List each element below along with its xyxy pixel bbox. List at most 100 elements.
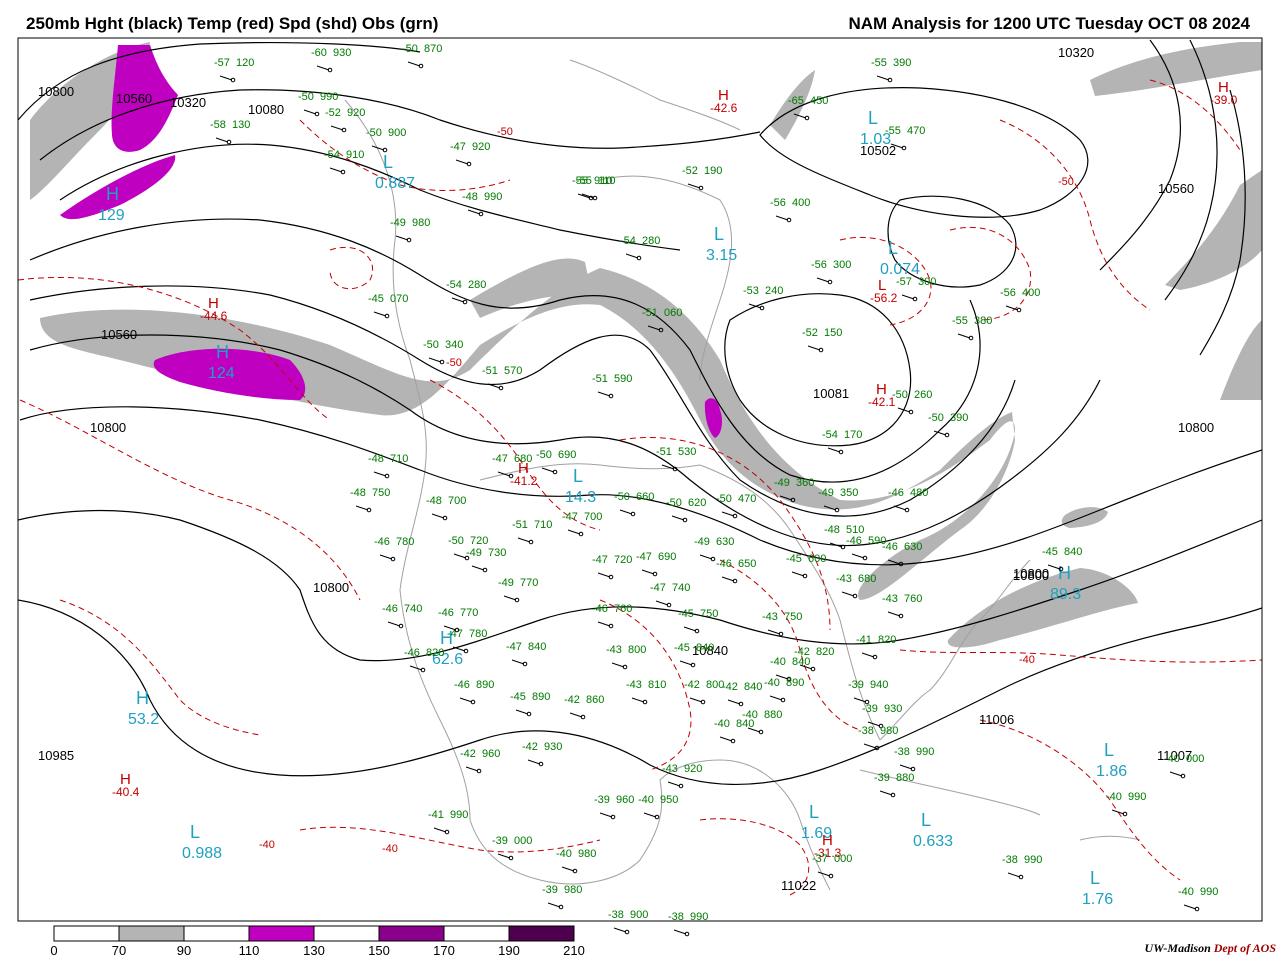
- station-height: 990: [484, 191, 502, 203]
- station-height: 870: [424, 43, 442, 55]
- station-height: 470: [738, 493, 756, 505]
- station-height: 700: [448, 495, 466, 507]
- station-temp: -51: [642, 307, 658, 319]
- center-letter: L: [888, 238, 898, 258]
- station-temp: -42: [522, 741, 538, 753]
- station-height: 710: [390, 453, 408, 465]
- station-height: 720: [470, 535, 488, 547]
- center-value: 0.633: [913, 833, 953, 850]
- temp-center-value: -39.0: [1210, 93, 1238, 107]
- weather-map: 10800 10560 10320 10080 10560 10800 10800 10320…: [17, 37, 1263, 958]
- center-letter: L: [868, 108, 878, 128]
- legend-tick: 150: [368, 943, 390, 958]
- station-height: 190: [704, 165, 722, 177]
- station-temp: -46: [592, 603, 608, 615]
- temp-center-value: -40.4: [112, 785, 140, 799]
- station-height: 400: [792, 197, 810, 209]
- height-label: 10800: [90, 420, 126, 435]
- station-temp: -37: [812, 853, 828, 865]
- station-height: 470: [907, 125, 925, 137]
- center-letter: H: [216, 342, 229, 362]
- station-temp: -57: [214, 57, 230, 69]
- station-temp: -51: [656, 446, 672, 458]
- station-height: 000: [514, 835, 532, 847]
- station-temp: -49: [774, 477, 790, 489]
- station-height: 000: [1186, 753, 1204, 765]
- station-temp: -50: [423, 339, 439, 351]
- temp-contour-label: -50: [1058, 176, 1074, 188]
- station-height: 690: [558, 449, 576, 461]
- station-temp: -55: [885, 125, 901, 137]
- station-temp: -46: [888, 487, 904, 499]
- station-temp: -50: [298, 91, 314, 103]
- station-temp: -43: [626, 679, 642, 691]
- center-value: 124: [208, 365, 235, 382]
- station-height: 000: [834, 853, 852, 865]
- legend-swatch: [508, 925, 575, 942]
- station-temp: -60: [311, 47, 327, 59]
- station-temp: -42: [722, 681, 738, 693]
- station-temp: -48: [824, 524, 840, 536]
- center-value: 0.887: [375, 175, 415, 192]
- station-height: 930: [884, 703, 902, 715]
- station-temp: -56: [1000, 287, 1016, 299]
- station-height: 780: [469, 628, 487, 640]
- station-height: 940: [870, 679, 888, 691]
- station-temp: -42: [460, 748, 476, 760]
- station-temp: -56: [811, 259, 827, 271]
- station-height: 340: [445, 339, 463, 351]
- station-height: 590: [614, 373, 632, 385]
- station-height: 750: [372, 487, 390, 499]
- station-height: 740: [672, 582, 690, 594]
- station-height: 570: [504, 365, 522, 377]
- height-label: 10800: [1178, 420, 1214, 435]
- station-height: 650: [738, 558, 756, 570]
- legend-swatch: [53, 925, 120, 942]
- station-height: 680: [514, 453, 532, 465]
- legend-tick: 210: [563, 943, 585, 958]
- station-temp: -50: [928, 412, 944, 424]
- station-height: 820: [878, 634, 896, 646]
- station-height: 990: [690, 911, 708, 923]
- temp-center-value: -41.2: [510, 474, 538, 488]
- station-temp: -40: [764, 677, 780, 689]
- station-temp: -54: [620, 235, 636, 247]
- center-letter: L: [190, 822, 200, 842]
- station-temp: -39: [594, 794, 610, 806]
- station-temp: -50: [402, 43, 418, 55]
- legend-tick: 70: [112, 943, 126, 958]
- temp-center-value: -44.6: [200, 309, 228, 323]
- station-temp: -46: [882, 541, 898, 553]
- legend-tick: 90: [177, 943, 191, 958]
- station-temp: -50: [536, 449, 552, 461]
- station-temp: -55: [576, 175, 592, 187]
- station-height: 260: [914, 389, 932, 401]
- station-temp: -42: [564, 694, 580, 706]
- station-temp: -46: [382, 603, 398, 615]
- station-height: 760: [904, 593, 922, 605]
- station-height: 990: [1024, 854, 1042, 866]
- station-temp: -48: [368, 453, 384, 465]
- station-height: 920: [347, 107, 365, 119]
- wind-speed-legend: 0 70 90 110 130 150 170 190 210: [50, 925, 585, 958]
- center-value: 53.2: [128, 711, 159, 728]
- station-height: 150: [824, 327, 842, 339]
- station-height: 480: [910, 487, 928, 499]
- station-temp: -45: [368, 293, 384, 305]
- center-letter: H: [106, 184, 119, 204]
- center-letter: L: [714, 224, 724, 244]
- station-height: 130: [232, 119, 250, 131]
- station-temp: -38: [668, 911, 684, 923]
- station-temp: -49: [818, 487, 834, 499]
- station-temp: -47: [562, 511, 578, 523]
- station-temp: -54: [822, 429, 838, 441]
- station-height: 860: [586, 694, 604, 706]
- center-value: 89.3: [1050, 586, 1081, 603]
- station-height: 840: [792, 656, 810, 668]
- station-height: 380: [974, 315, 992, 327]
- station-height: 840: [736, 718, 754, 730]
- station-temp: -40: [714, 718, 730, 730]
- station-temp: -52: [325, 107, 341, 119]
- station-temp: -47: [506, 641, 522, 653]
- station-temp: -40: [556, 848, 572, 860]
